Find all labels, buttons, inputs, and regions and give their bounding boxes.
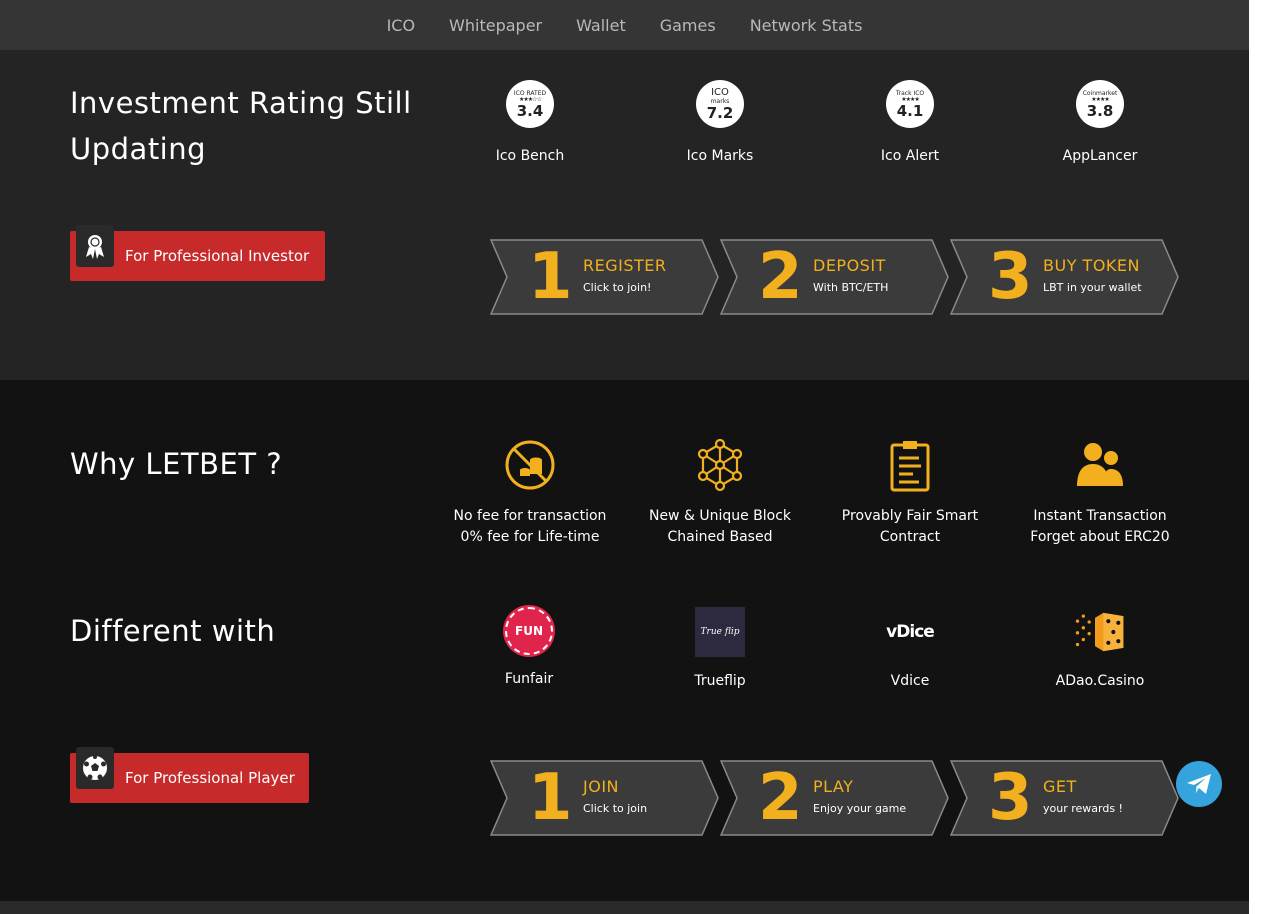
badge-score: 4.1 [896,101,924,120]
step-subtitle: With BTC/ETH [813,281,889,294]
rating-label: Ico Marks [686,148,754,164]
rating-label: AppLancer [1062,148,1138,164]
professional-player-button[interactable]: For Professional Player [70,747,309,803]
feature-line1: Instant Transaction [1033,508,1167,524]
users-icon [1073,438,1127,492]
competitor-label: ADao.Casino [1055,673,1145,689]
step-subtitle: LBT in your wallet [1043,281,1142,294]
feature-line1: New & Unique Block [648,508,792,524]
feature-line1: No fee for transaction [453,508,607,524]
step-subtitle: your rewards ! [1043,802,1123,815]
soccer-ball-icon [76,747,114,789]
step-number: 3 [988,761,1033,835]
step-register[interactable]: 1 REGISTER Click to join! [490,239,720,315]
rating-label: Ico Alert [880,148,940,164]
step-get[interactable]: 3 GET your rewards ! [950,760,1180,836]
ico-marks-badge-icon: ICO marks 7.2 [696,80,744,128]
step-number: 1 [528,240,573,314]
trueflip-logo-icon: True flip [695,607,745,657]
footer-strip [0,901,1249,914]
vdice-logo-icon: vDice [885,607,935,657]
competitor-label: Funfair [504,671,554,687]
step-subtitle: Enjoy your game [813,802,907,815]
feature-line2: Contract [879,529,941,545]
step-join[interactable]: 1 JOIN Click to join [490,760,720,836]
feature-line2: 0% fee for Life-time [460,529,600,545]
rating-label: Ico Bench [495,148,565,164]
nav-ico[interactable]: ICO [370,16,432,35]
ico-alert-badge-icon: Track ICO ★★★★ 4.1 [886,80,934,128]
feature-line2: Chained Based [667,529,773,545]
step-deposit[interactable]: 2 DEPOSIT With BTC/ETH [720,239,950,315]
funfair-logo-text: FUN [515,624,543,638]
step-number: 3 [988,240,1033,314]
nav-whitepaper[interactable]: Whitepaper [432,16,559,35]
step-title: PLAY [813,777,854,796]
competitor-label: Trueflip [694,673,746,689]
feature-no-fee: No fee for transaction 0% fee for Life-ti… [440,438,620,548]
feature-line1: Provably Fair Smart [841,508,979,524]
competitor-adao-casino[interactable]: ADao.Casino [1020,607,1180,689]
step-subtitle: Click to join! [583,281,652,294]
step-subtitle: Click to join [583,802,648,815]
investment-heading-line1: Investment Rating Still [70,86,412,120]
button-label: For Professional Investor [125,247,310,265]
nav-games[interactable]: Games [643,16,733,35]
funfair-logo-icon: FUN [505,607,553,655]
top-nav: ICO Whitepaper Wallet Games Network Stat… [0,0,1249,50]
step-title: JOIN [583,777,619,796]
badge-top-text: ICO [711,86,729,98]
competitor-vdice[interactable]: vDice Vdice [830,607,990,689]
button-label: For Professional Player [125,769,295,787]
step-buy-token[interactable]: 3 BUY TOKEN LBT in your wallet [950,239,1180,315]
badge-score: 7.2 [706,103,734,122]
feature-block-chain: New & Unique Block Chained Based [630,438,810,548]
rating-ico-alert[interactable]: Track ICO ★★★★ 4.1 Ico Alert [830,80,990,164]
dice-logo-icon [1075,607,1125,657]
clipboard-contract-icon [883,438,937,492]
feature-instant-transaction: Instant Transaction Forget about ERC20 [1010,438,1190,548]
rating-applancer[interactable]: Coinmarket ★★★★ 3.8 AppLancer [1020,80,1180,164]
telegram-icon [1187,774,1211,794]
trueflip-logo-text: True flip [700,627,740,637]
why-heading: Why LETBET ? [70,447,283,481]
step-title: GET [1043,777,1077,796]
blockchain-network-icon [693,438,747,492]
feature-line2: Forget about ERC20 [1030,529,1170,545]
no-fee-coins-icon [503,438,557,492]
award-ribbon-icon [76,225,114,267]
investment-heading-line2: Updating [70,132,207,166]
professional-investor-button[interactable]: For Professional Investor [70,225,325,281]
ico-bench-badge-icon: ICO RATED ★★★☆☆ 3.4 [506,80,554,128]
badge-score: 3.8 [1086,101,1114,120]
vdice-logo-text: vDice [886,622,935,642]
step-number: 2 [758,240,803,314]
telegram-button[interactable] [1176,761,1222,807]
applancer-badge-icon: Coinmarket ★★★★ 3.8 [1076,80,1124,128]
step-number: 1 [528,761,573,835]
step-title: BUY TOKEN [1043,256,1140,275]
competitor-trueflip[interactable]: True flip Trueflip [640,607,800,689]
page: ICO Whitepaper Wallet Games Network Stat… [0,0,1249,914]
rating-ico-marks[interactable]: ICO marks 7.2 Ico Marks [640,80,800,164]
different-heading: Different with [70,614,276,648]
badge-score: 3.4 [516,101,544,120]
competitor-label: Vdice [890,673,930,689]
nav-wallet[interactable]: Wallet [559,16,643,35]
competitor-funfair[interactable]: FUN Funfair [449,607,609,687]
nav-network-stats[interactable]: Network Stats [733,16,880,35]
feature-smart-contract: Provably Fair Smart Contract [820,438,1000,548]
step-number: 2 [758,761,803,835]
investment-heading: Investment Rating Still Updating [70,80,412,172]
step-play[interactable]: 2 PLAY Enjoy your game [720,760,950,836]
rating-ico-bench[interactable]: ICO RATED ★★★☆☆ 3.4 Ico Bench [450,80,610,164]
step-title: DEPOSIT [813,256,886,275]
step-title: REGISTER [583,256,667,275]
